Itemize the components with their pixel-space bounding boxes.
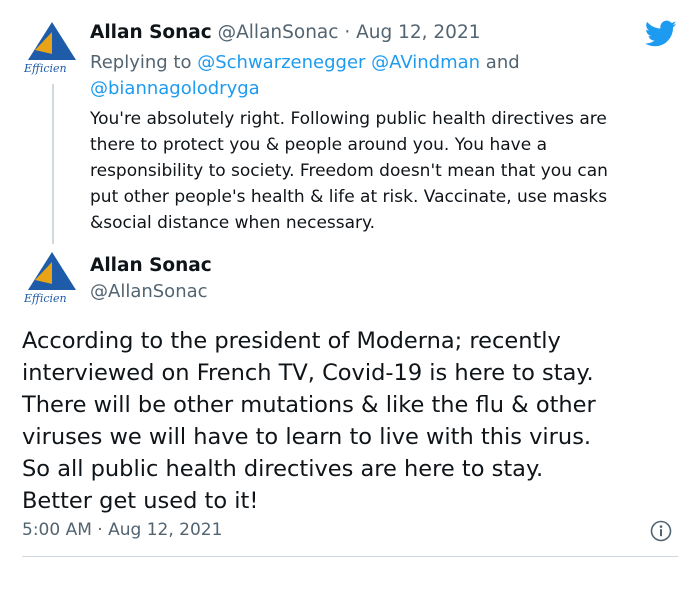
text-line: So all public health directives are here… xyxy=(22,456,544,482)
replying-to: Replying to @Schwarzenegger @AVindman an… xyxy=(90,50,670,102)
mention-link[interactable]: @AVindman xyxy=(371,52,480,73)
divider xyxy=(22,556,678,557)
tweet-date[interactable]: Aug 12, 2021 xyxy=(356,22,480,43)
main-tweet-text: According to the president of Moderna; r… xyxy=(22,325,692,517)
text-line: Better get used to it! xyxy=(22,488,259,514)
author-name[interactable]: Allan Sonac xyxy=(90,22,212,43)
separator: · xyxy=(97,520,103,540)
efficiency-logo-icon: Efficien xyxy=(23,22,76,75)
author-name[interactable]: Allan Sonac xyxy=(90,255,212,276)
text-line: &social distance when necessary. xyxy=(90,213,376,233)
replying-prefix: Replying to xyxy=(90,52,192,73)
text-line: interviewed on French TV, Covid-19 is he… xyxy=(22,360,594,386)
tweet-time: 5:00 AM xyxy=(22,520,92,540)
and-word: and xyxy=(485,52,520,73)
avatar[interactable]: Efficien xyxy=(22,20,80,78)
tweet-date: Aug 12, 2021 xyxy=(108,520,223,540)
thread-line xyxy=(52,84,54,244)
tweet-timestamp[interactable]: 5:00 AM · Aug 12, 2021 xyxy=(22,520,222,540)
text-line: According to the president of Moderna; r… xyxy=(22,328,561,354)
author-handle[interactable]: @AllanSonac xyxy=(218,22,339,43)
text-line: You're absolutely right. Following publi… xyxy=(90,109,607,129)
info-icon[interactable] xyxy=(650,520,672,542)
separator: · xyxy=(344,22,351,43)
avatar[interactable]: Efficien xyxy=(22,250,80,308)
text-line: responsibility to society. Freedom doesn… xyxy=(90,161,608,181)
text-line: viruses we will have to learn to live wi… xyxy=(22,424,592,450)
efficiency-logo-icon: Efficien xyxy=(23,252,76,305)
svg-text:Efficien: Efficien xyxy=(23,62,67,75)
text-line: there to protect you & people around you… xyxy=(90,135,547,155)
reply-tweet-text: You're absolutely right. Following publi… xyxy=(90,106,690,236)
text-line: put other people's health & life at risk… xyxy=(90,187,608,207)
mention-link[interactable]: @Schwarzenegger xyxy=(197,52,365,73)
text-line: There will be other mutations & like the… xyxy=(22,392,596,418)
reply-tweet-header: Allan Sonac @AllanSonac · Aug 12, 2021 xyxy=(90,22,481,43)
mention-link[interactable]: @biannagolodryga xyxy=(90,78,260,99)
author-handle[interactable]: @AllanSonac xyxy=(90,281,208,302)
svg-text:Efficien: Efficien xyxy=(23,292,67,305)
twitter-bird-icon[interactable] xyxy=(644,20,677,48)
